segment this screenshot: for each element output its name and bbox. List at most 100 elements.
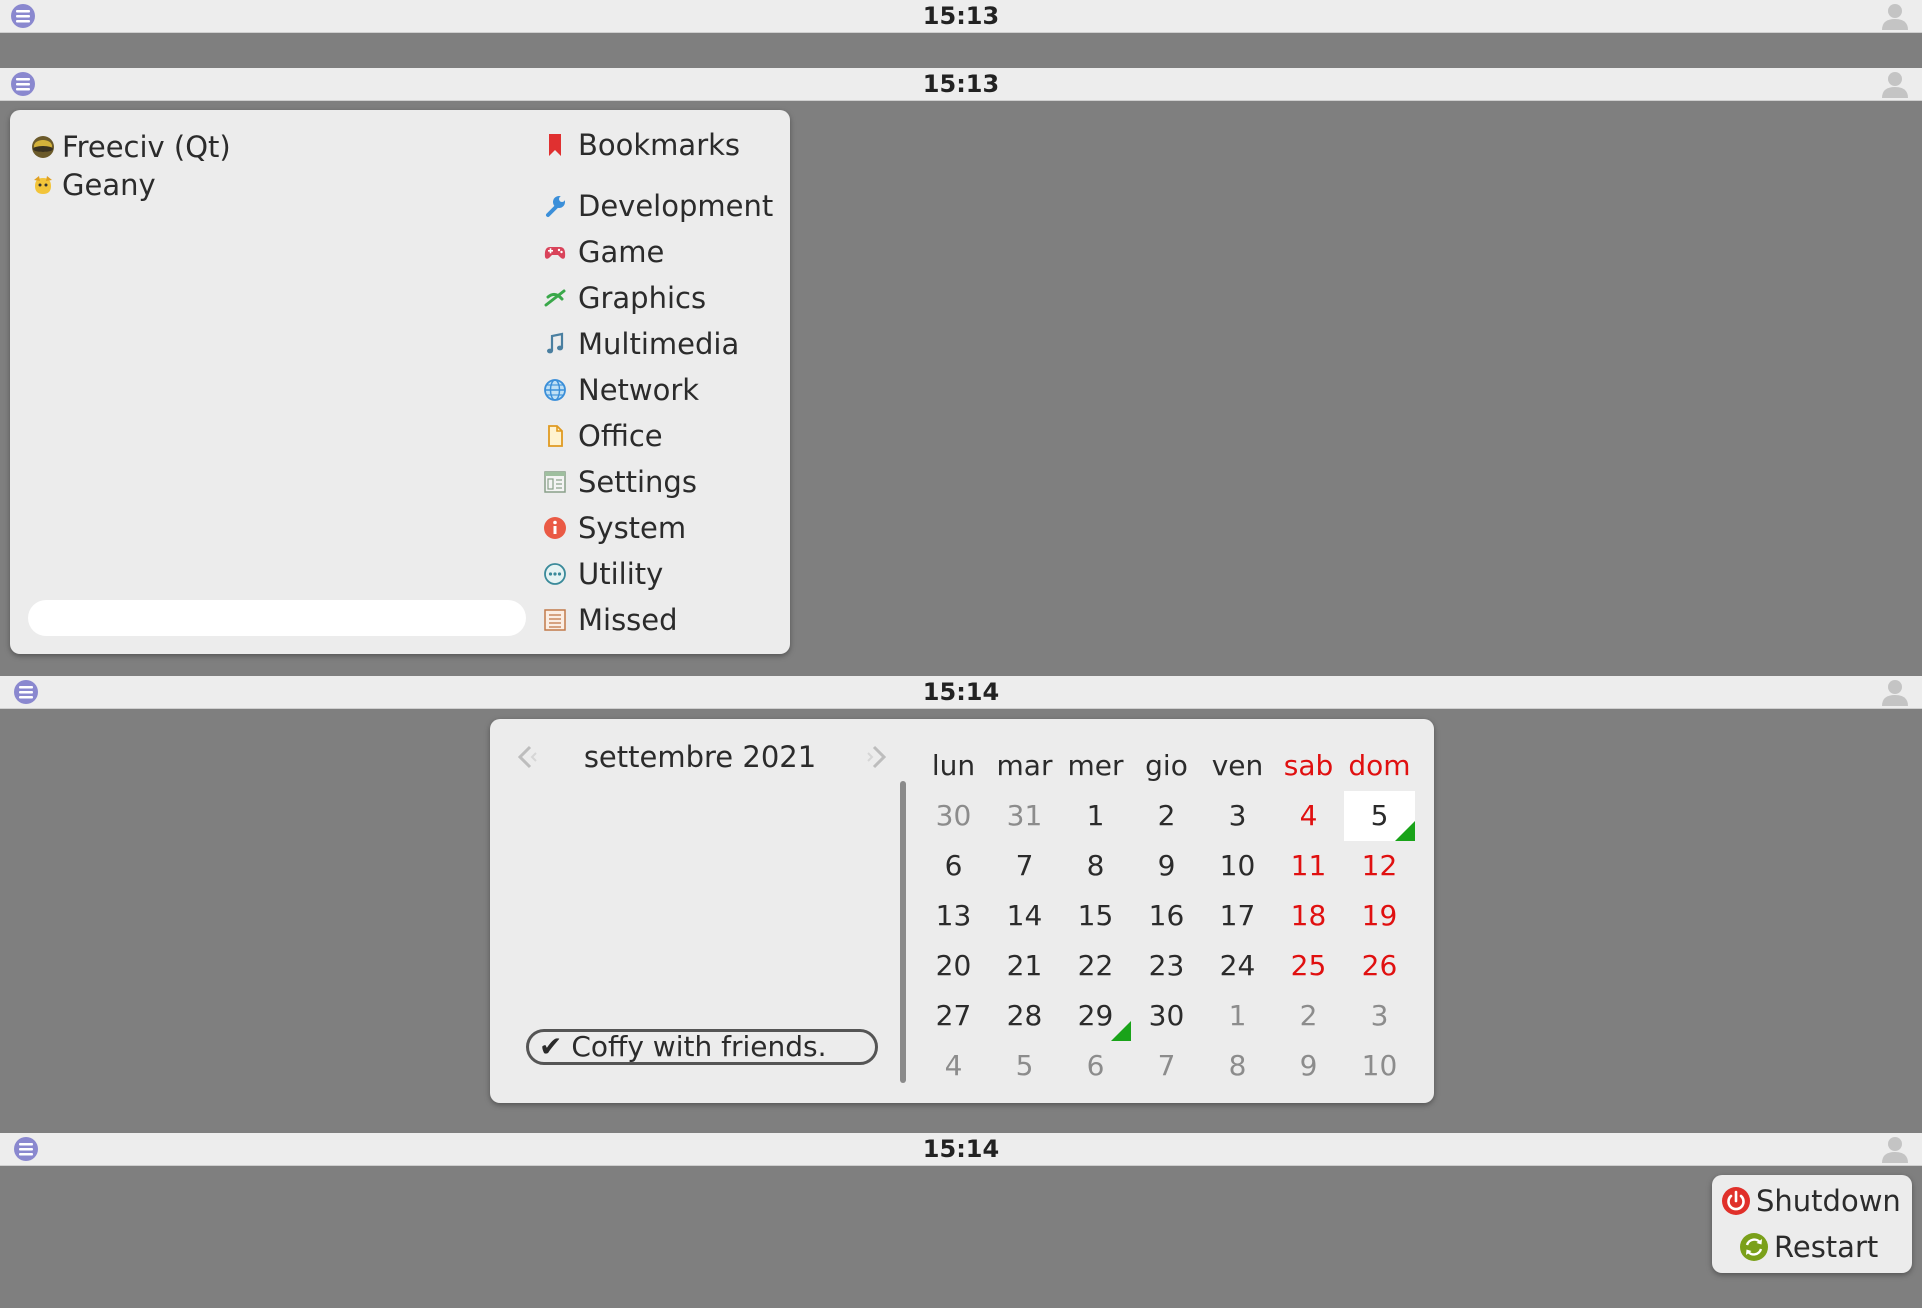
power-menu: Shutdown Restart: [1712, 1175, 1912, 1273]
previous-month-icon[interactable]: [506, 737, 546, 777]
calendar-day[interactable]: 2: [1131, 791, 1202, 841]
calendar-week: 4 5 6 7 8 9 10: [918, 1041, 1415, 1091]
calendar-day[interactable]: 7: [1131, 1041, 1202, 1091]
calendar-day[interactable]: 9: [1131, 841, 1202, 891]
calendar-day[interactable]: 6: [918, 841, 989, 891]
category-network[interactable]: Network: [542, 367, 773, 413]
calendar-popup: settembre 2021 ✔ Coffy with friends. lun…: [490, 719, 1434, 1103]
calendar-day[interactable]: 17: [1202, 891, 1273, 941]
clock[interactable]: 15:14: [0, 1133, 1922, 1165]
info-icon: [544, 517, 566, 539]
calendar-day[interactable]: 1: [1202, 991, 1273, 1041]
weekday-label: sab: [1283, 749, 1334, 782]
category-utility[interactable]: Utility: [542, 551, 773, 597]
geany-icon: [34, 176, 52, 194]
next-month-icon[interactable]: [858, 737, 898, 777]
calendar-day[interactable]: 21: [989, 941, 1060, 991]
scrollbar[interactable]: [900, 781, 906, 1083]
user-icon[interactable]: [1880, 70, 1910, 98]
calendar-day[interactable]: 1: [1060, 791, 1131, 841]
calendar-day[interactable]: 10: [1202, 841, 1273, 891]
calendar-day[interactable]: 31: [989, 791, 1060, 841]
category-label: Missed: [578, 603, 678, 637]
category-settings[interactable]: Settings: [542, 459, 773, 505]
day-number: 29: [1077, 999, 1114, 1032]
search-input[interactable]: [28, 600, 526, 636]
calendar-day[interactable]: 14: [989, 891, 1060, 941]
calendar-day[interactable]: 4: [1273, 791, 1344, 841]
calendar-day-with-event[interactable]: 29: [1060, 991, 1131, 1041]
favorites-list: Freeciv (Qt) Geany: [30, 128, 231, 204]
calendar-day[interactable]: 8: [1202, 1041, 1273, 1091]
event-marker: [1395, 821, 1415, 841]
category-game[interactable]: Game: [542, 229, 773, 275]
calendar-day[interactable]: 15: [1060, 891, 1131, 941]
calendar-day[interactable]: 27: [918, 991, 989, 1041]
day-number: 5: [1370, 799, 1389, 832]
favorite-label: Geany: [62, 168, 156, 202]
category-office[interactable]: Office: [542, 413, 773, 459]
calendar-day-today[interactable]: 5: [1344, 791, 1415, 841]
category-label: Office: [578, 419, 663, 453]
calendar-day[interactable]: 9: [1273, 1041, 1344, 1091]
category-label: Settings: [578, 465, 697, 499]
shutdown-button[interactable]: Shutdown: [1720, 1178, 1912, 1224]
calendar-day[interactable]: 30: [918, 791, 989, 841]
clock[interactable]: 15:13: [0, 68, 1922, 100]
user-icon[interactable]: [1880, 2, 1910, 30]
weekday-label: mer: [1067, 749, 1124, 782]
calendar-day[interactable]: 19: [1344, 891, 1415, 941]
clock[interactable]: 15:14: [0, 676, 1922, 708]
top-panel-4: 15:14: [0, 1133, 1922, 1166]
calendar-day[interactable]: 16: [1131, 891, 1202, 941]
category-development[interactable]: Development: [542, 183, 773, 229]
category-missed[interactable]: Missed: [542, 597, 773, 643]
user-icon[interactable]: [1880, 678, 1910, 706]
calendar-day[interactable]: 3: [1202, 791, 1273, 841]
category-multimedia[interactable]: Multimedia: [542, 321, 773, 367]
favorite-label: Freeciv (Qt): [62, 130, 231, 164]
category-label: Bookmarks: [578, 128, 741, 162]
calendar-day[interactable]: 18: [1273, 891, 1344, 941]
calendar-day[interactable]: 30: [1131, 991, 1202, 1041]
calendar-day[interactable]: 22: [1060, 941, 1131, 991]
calendar-day[interactable]: 5: [989, 1041, 1060, 1091]
settings-icon: [544, 471, 566, 493]
calendar-day[interactable]: 24: [1202, 941, 1273, 991]
clock[interactable]: 15:13: [0, 0, 1922, 32]
weekday-label: ven: [1211, 749, 1264, 782]
category-label: Multimedia: [578, 327, 740, 361]
category-label: Network: [578, 373, 700, 407]
calendar-day[interactable]: 2: [1273, 991, 1344, 1041]
calendar-day[interactable]: 23: [1131, 941, 1202, 991]
calendar-day[interactable]: 13: [918, 891, 989, 941]
calendar-day[interactable]: 10: [1344, 1041, 1415, 1091]
calendar-day[interactable]: 12: [1344, 841, 1415, 891]
category-label: Game: [578, 235, 665, 269]
weekday-label: lun: [931, 749, 976, 782]
calendar-day[interactable]: 28: [989, 991, 1060, 1041]
user-icon[interactable]: [1880, 1135, 1910, 1163]
calendar-day[interactable]: 7: [989, 841, 1060, 891]
category-label: Development: [578, 189, 774, 223]
event-item[interactable]: ✔ Coffy with friends.: [526, 1029, 878, 1065]
calendar-day[interactable]: 26: [1344, 941, 1415, 991]
favorite-freeciv[interactable]: Freeciv (Qt): [30, 128, 231, 166]
restart-button[interactable]: Restart: [1738, 1224, 1912, 1270]
favorite-geany[interactable]: Geany: [30, 166, 231, 204]
calendar-day[interactable]: 4: [918, 1041, 989, 1091]
month-title: settembre 2021: [583, 740, 817, 774]
calendar-day[interactable]: 25: [1273, 941, 1344, 991]
calendar-day[interactable]: 20: [918, 941, 989, 991]
category-label: System: [578, 511, 687, 545]
gamepad-icon: [544, 247, 566, 259]
calendar-day[interactable]: 3: [1344, 991, 1415, 1041]
calendar-day[interactable]: 11: [1273, 841, 1344, 891]
category-bookmarks[interactable]: Bookmarks: [542, 122, 773, 168]
freeciv-icon: [32, 136, 54, 158]
calendar-day[interactable]: 8: [1060, 841, 1131, 891]
category-graphics[interactable]: Graphics: [542, 275, 773, 321]
category-system[interactable]: System: [542, 505, 773, 551]
calendar-day[interactable]: 6: [1060, 1041, 1131, 1091]
shutdown-label: Shutdown: [1756, 1184, 1901, 1218]
